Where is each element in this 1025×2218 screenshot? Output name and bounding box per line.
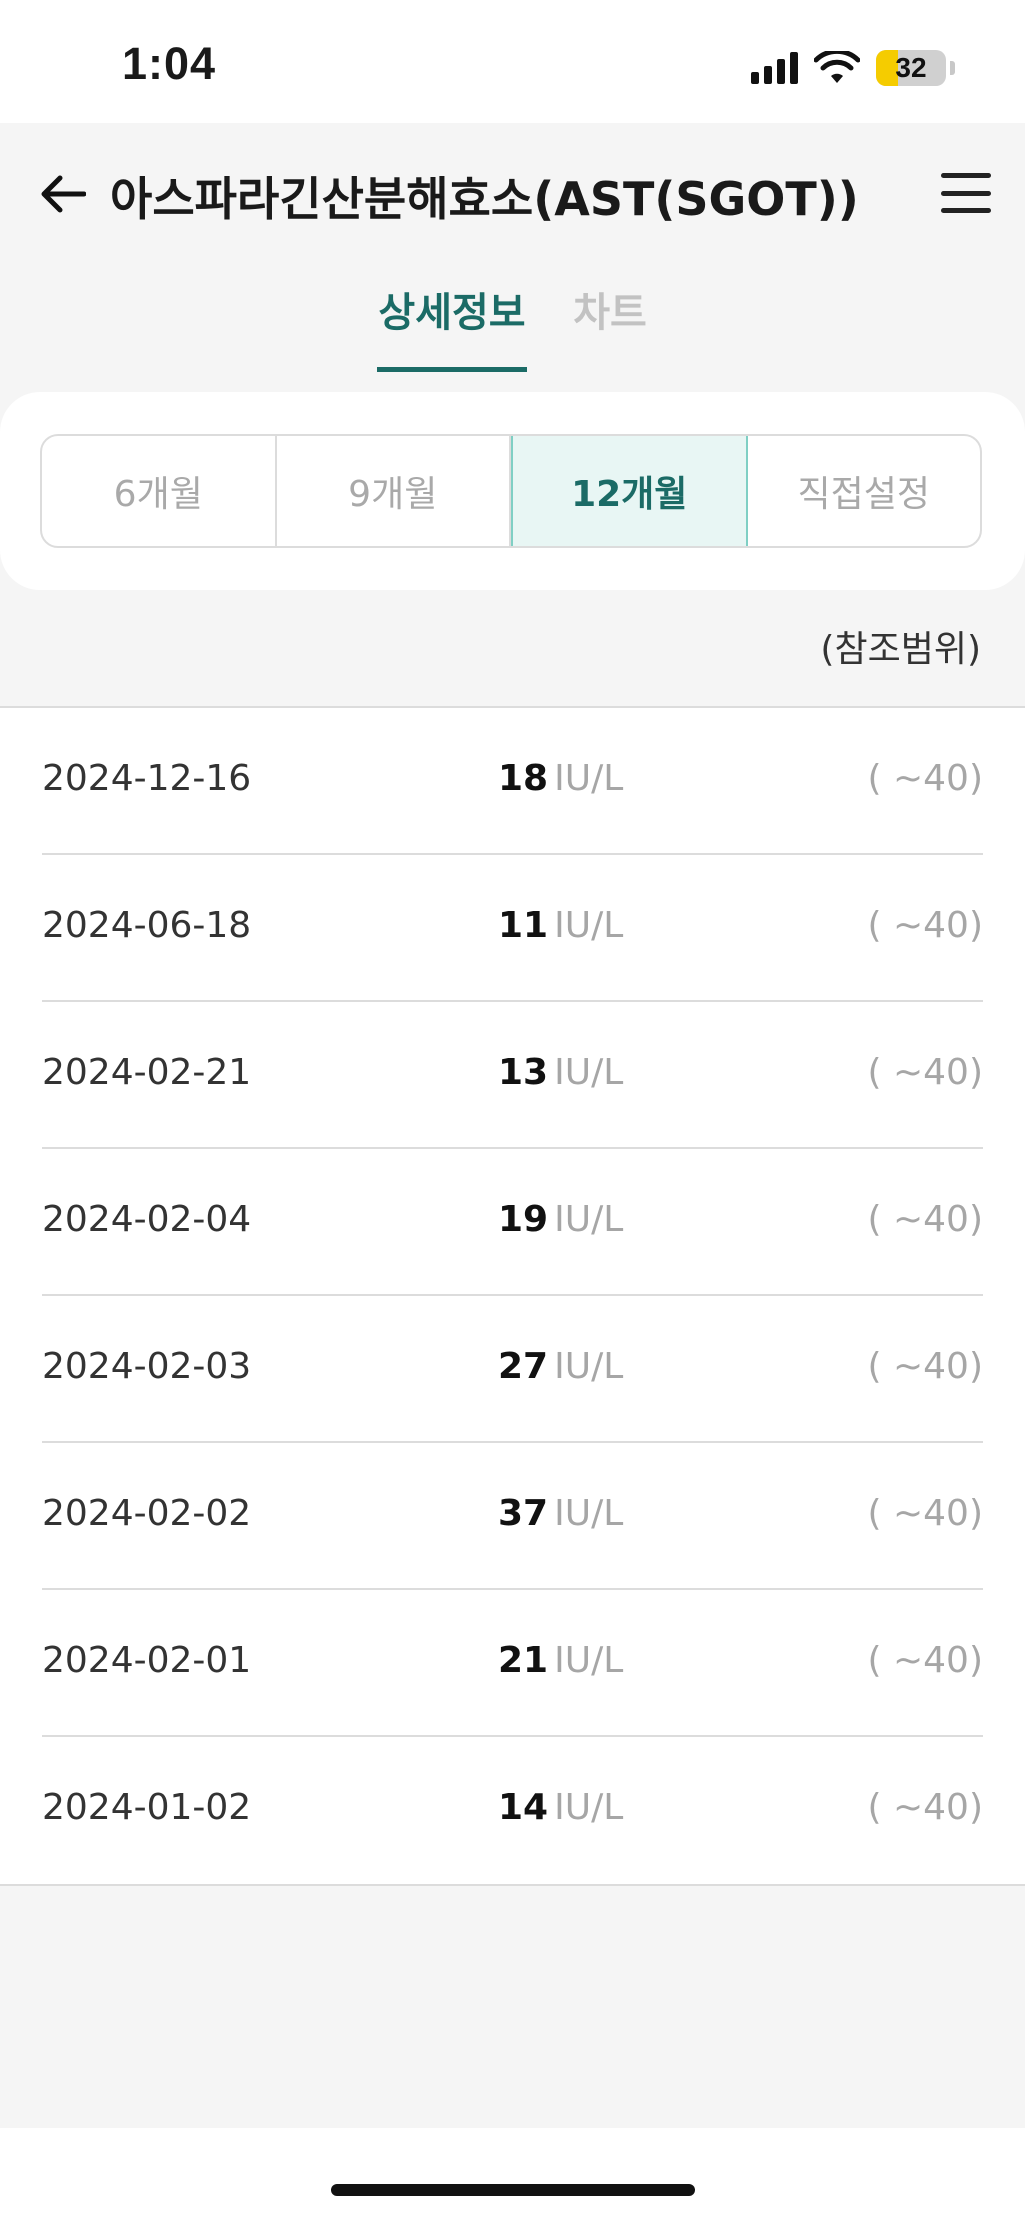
wifi-icon <box>814 51 860 83</box>
period-custom[interactable]: 직접설정 <box>748 436 981 546</box>
result-unit: IU/L <box>554 1640 624 1681</box>
status-time: 1:04 <box>122 38 217 89</box>
page-title: 아스파라긴산분해효소(AST(SGOT)) <box>110 172 859 226</box>
result-range: ( ~40) <box>867 1346 983 1387</box>
header: 아스파라긴산분해효소(AST(SGOT)) <box>0 123 1025 263</box>
result-range: ( ~40) <box>867 1787 983 1828</box>
period-12-months[interactable]: 12개월 <box>511 436 748 546</box>
battery-icon: 32 <box>876 50 946 86</box>
result-number: 18 <box>498 758 549 799</box>
tab-detail[interactable]: 상세정보 <box>377 280 527 372</box>
result-value: 14 IU/L <box>498 1787 623 1828</box>
result-unit: IU/L <box>554 1493 624 1534</box>
period-6-months[interactable]: 6개월 <box>42 436 277 546</box>
reference-range-label: (참조범위) <box>820 629 981 670</box>
period-selector: 6개월 9개월 12개월 직접설정 <box>40 434 982 548</box>
home-indicator[interactable] <box>331 2184 695 2196</box>
result-range: ( ~40) <box>867 1052 983 1093</box>
status-bar: 1:04 32 <box>0 0 1025 123</box>
result-value: 19 IU/L <box>498 1199 623 1240</box>
result-number: 11 <box>498 905 549 946</box>
result-number: 14 <box>498 1787 549 1828</box>
result-range: ( ~40) <box>867 1199 983 1240</box>
result-date: 2024-02-04 <box>42 1199 252 1240</box>
result-date: 2024-01-02 <box>42 1787 252 1828</box>
result-number: 27 <box>498 1346 549 1387</box>
signal-icon <box>751 52 798 84</box>
list-item[interactable]: 2024-02-04 19 IU/L ( ~40) <box>42 1149 983 1296</box>
period-9-months[interactable]: 9개월 <box>277 436 511 546</box>
result-date: 2024-06-18 <box>42 905 252 946</box>
result-range: ( ~40) <box>867 1640 983 1681</box>
result-unit: IU/L <box>554 1199 624 1240</box>
status-icons: 32 <box>751 48 955 88</box>
result-value: 21 IU/L <box>498 1640 623 1681</box>
result-number: 37 <box>498 1493 549 1534</box>
result-date: 2024-12-16 <box>42 758 252 799</box>
result-date: 2024-02-03 <box>42 1346 252 1387</box>
tab-chart[interactable]: 차트 <box>560 280 660 372</box>
arrow-left-icon <box>41 175 86 213</box>
home-indicator-area <box>0 2128 1025 2218</box>
result-date: 2024-02-02 <box>42 1493 252 1534</box>
result-unit: IU/L <box>554 905 624 946</box>
result-value: 18 IU/L <box>498 758 623 799</box>
list-item[interactable]: 2024-02-21 13 IU/L ( ~40) <box>42 1002 983 1149</box>
result-unit: IU/L <box>554 758 624 799</box>
result-unit: IU/L <box>554 1052 624 1093</box>
back-button[interactable] <box>38 169 88 219</box>
result-unit: IU/L <box>554 1787 624 1828</box>
result-range: ( ~40) <box>867 758 983 799</box>
battery-tip <box>950 61 955 75</box>
result-date: 2024-02-21 <box>42 1052 252 1093</box>
result-unit: IU/L <box>554 1346 624 1387</box>
result-value: 27 IU/L <box>498 1346 623 1387</box>
list-item[interactable]: 2024-02-02 37 IU/L ( ~40) <box>42 1443 983 1590</box>
hamburger-menu-icon[interactable] <box>941 173 991 213</box>
result-value: 37 IU/L <box>498 1493 623 1534</box>
result-value: 13 IU/L <box>498 1052 623 1093</box>
result-value: 11 IU/L <box>498 905 623 946</box>
result-number: 19 <box>498 1199 549 1240</box>
result-range: ( ~40) <box>867 905 983 946</box>
result-date: 2024-02-01 <box>42 1640 252 1681</box>
list-item[interactable]: 2024-06-18 11 IU/L ( ~40) <box>42 855 983 1002</box>
list-item[interactable]: 2024-02-03 27 IU/L ( ~40) <box>42 1296 983 1443</box>
list-item[interactable]: 2024-01-02 14 IU/L ( ~40) <box>42 1737 983 1884</box>
result-number: 13 <box>498 1052 549 1093</box>
list-item[interactable]: 2024-02-01 21 IU/L ( ~40) <box>42 1590 983 1737</box>
result-range: ( ~40) <box>867 1493 983 1534</box>
tab-bar: 상세정보 차트 <box>0 268 1025 372</box>
battery-level: 32 <box>895 52 927 83</box>
result-number: 21 <box>498 1640 549 1681</box>
app-screen: 1:04 32 아스파라긴산분해효소(AST(SGOT)) 상세정보 차트 6개… <box>0 0 1025 2218</box>
period-card: 6개월 9개월 12개월 직접설정 <box>0 392 1025 590</box>
results-list: 2024-12-16 18 IU/L ( ~40) 2024-06-18 11 IU… <box>0 706 1025 1886</box>
list-item[interactable]: 2024-12-16 18 IU/L ( ~40) <box>42 708 983 855</box>
